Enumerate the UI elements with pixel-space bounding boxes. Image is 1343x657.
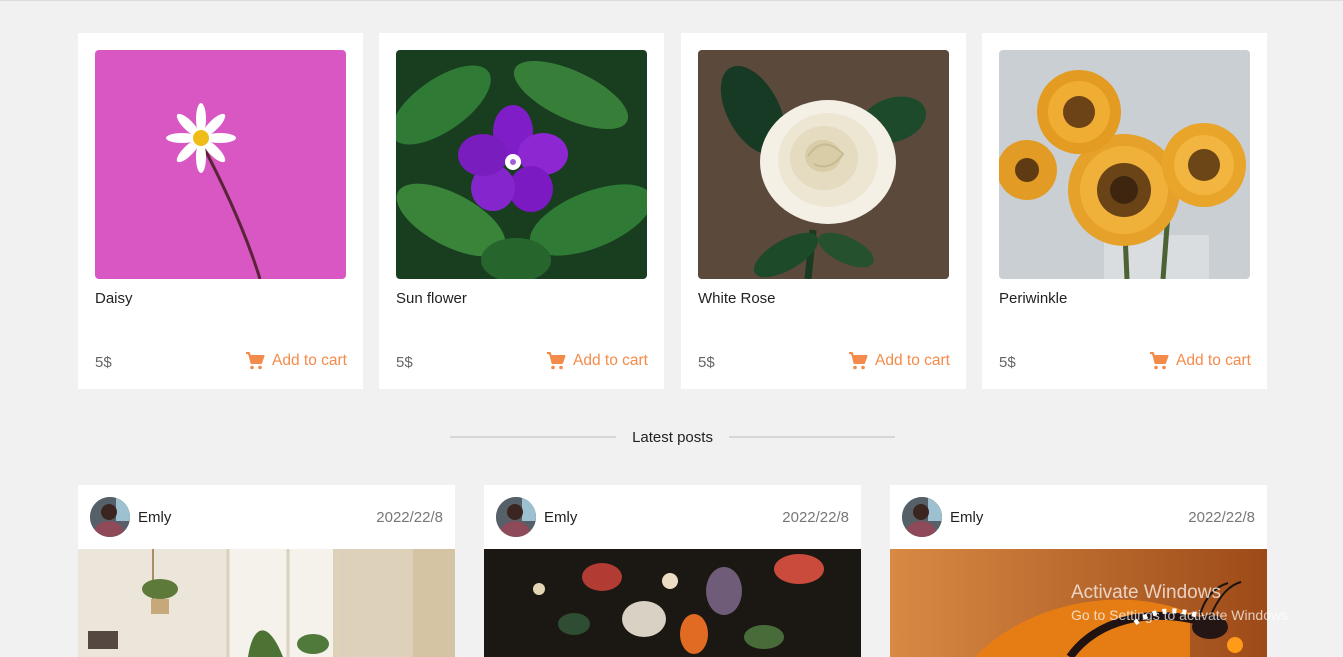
add-to-cart-label: Add to cart: [875, 352, 950, 369]
top-divider: [0, 0, 1343, 1]
add-to-cart-button[interactable]: Add to cart: [1149, 352, 1251, 370]
post-image[interactable]: [78, 549, 455, 657]
white-rose-photo-icon: [698, 50, 949, 279]
add-to-cart-button[interactable]: Add to cart: [245, 352, 347, 370]
latest-posts-title: Latest posts: [632, 428, 713, 446]
cart-icon: [1150, 352, 1169, 370]
daisy-photo-icon: [95, 50, 346, 279]
daisy-image[interactable]: [95, 50, 346, 279]
periwinkle-photo-icon: [396, 50, 647, 279]
latest-posts-divider: Latest posts: [450, 425, 896, 449]
product-price: 5$: [698, 354, 715, 371]
sunflower-photo-icon: [999, 50, 1250, 279]
product-name: Sun flower: [396, 290, 467, 307]
cart-icon: [246, 352, 265, 370]
post-header: Emly 2022/22/8: [484, 485, 861, 549]
post-card[interactable]: Emly 2022/22/8: [890, 485, 1267, 657]
post-header: Emly 2022/22/8: [78, 485, 455, 549]
post-date: 2022/22/8: [376, 509, 443, 526]
butterfly-photo-icon: [890, 549, 1267, 657]
product-price: 5$: [396, 354, 413, 371]
flower-painting-photo-icon: [484, 549, 861, 657]
product-card-white-rose[interactable]: White Rose 5$ Add to cart: [681, 33, 966, 389]
post-date: 2022/22/8: [782, 509, 849, 526]
product-card-periwinkle[interactable]: Periwinkle 5$ Add to cart: [982, 33, 1267, 389]
white-rose-image[interactable]: [698, 50, 949, 279]
product-card-sun-flower[interactable]: Sun flower 5$ Add to cart: [379, 33, 664, 389]
post-image[interactable]: [484, 549, 861, 657]
avatar[interactable]: [902, 497, 942, 537]
post-date: 2022/22/8: [1188, 509, 1255, 526]
add-to-cart-label: Add to cart: [1176, 352, 1251, 369]
divider-line-left: [450, 436, 617, 438]
product-name: Periwinkle: [999, 290, 1068, 307]
post-card[interactable]: Emly 2022/22/8: [484, 485, 861, 657]
product-grid: Daisy 5$ Add to cart Sun flower 5$ Add t…: [78, 33, 1267, 389]
user-avatar-icon: [90, 497, 130, 537]
post-author[interactable]: Emly: [544, 509, 577, 526]
add-to-cart-button[interactable]: Add to cart: [546, 352, 648, 370]
user-avatar-icon: [496, 497, 536, 537]
periwinkle-image[interactable]: [999, 50, 1250, 279]
sun-flower-image[interactable]: [396, 50, 647, 279]
add-to-cart-label: Add to cart: [272, 352, 347, 369]
post-author[interactable]: Emly: [138, 509, 171, 526]
avatar[interactable]: [90, 497, 130, 537]
divider-line-right: [728, 436, 896, 438]
add-to-cart-button[interactable]: Add to cart: [848, 352, 950, 370]
avatar[interactable]: [496, 497, 536, 537]
product-price: 5$: [999, 354, 1016, 371]
room-plants-photo-icon: [78, 549, 455, 657]
post-card[interactable]: Emly 2022/22/8: [78, 485, 455, 657]
add-to-cart-label: Add to cart: [573, 352, 648, 369]
post-author[interactable]: Emly: [950, 509, 983, 526]
cart-icon: [849, 352, 868, 370]
cart-icon: [547, 352, 566, 370]
user-avatar-icon: [902, 497, 942, 537]
product-card-daisy[interactable]: Daisy 5$ Add to cart: [78, 33, 363, 389]
product-price: 5$: [95, 354, 112, 371]
product-name: White Rose: [698, 290, 776, 307]
product-name: Daisy: [95, 290, 133, 307]
post-header: Emly 2022/22/8: [890, 485, 1267, 549]
post-image[interactable]: [890, 549, 1267, 657]
